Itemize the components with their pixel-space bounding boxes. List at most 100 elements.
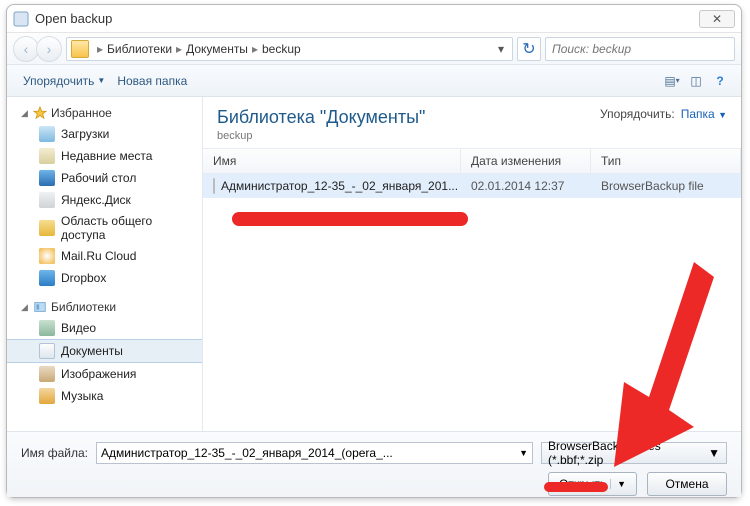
chevron-down-icon: ▼ — [519, 448, 528, 458]
library-icon — [33, 300, 47, 314]
yadisk-icon — [39, 192, 55, 208]
sidebar-item-label: Область общего доступа — [61, 214, 194, 242]
search-input[interactable] — [552, 42, 728, 56]
sidebar-item-label: Изображения — [61, 367, 136, 381]
sidebar-item-label: Dropbox — [61, 271, 106, 285]
favorites-header[interactable]: ◢ Избранное — [7, 103, 202, 123]
file-area: Имя файла: Администратор_12-35_-_02_янва… — [7, 431, 741, 497]
sidebar-item-label: Mail.Ru Cloud — [61, 249, 136, 263]
library-title: Библиотека "Документы" — [217, 107, 425, 128]
arrange-by-value-text: Папка — [681, 107, 715, 121]
chevron-right-icon: ▸ — [176, 42, 182, 56]
main-pane: Библиотека "Документы" beckup Упорядочит… — [203, 97, 741, 431]
collapse-icon: ◢ — [21, 108, 31, 119]
sidebar-item-public[interactable]: Область общего доступа — [7, 211, 202, 245]
file-name: Администратор_12-35_-_02_января_201... — [221, 179, 458, 193]
sidebar-item-pictures[interactable]: Изображения — [7, 363, 202, 385]
downloads-icon — [39, 126, 55, 142]
sidebar-item-label: Документы — [61, 344, 123, 358]
table-row[interactable]: Администратор_12-35_-_02_января_201... 0… — [203, 174, 741, 198]
sidebar-item-mailru[interactable]: Mail.Ru Cloud — [7, 245, 202, 267]
search-box[interactable] — [545, 37, 735, 61]
pane-icon: ◫ — [690, 74, 701, 88]
sidebar-item-dropbox[interactable]: Dropbox — [7, 267, 202, 289]
cancel-label: Отмена — [665, 477, 708, 491]
help-button[interactable]: ? — [709, 70, 731, 92]
column-name[interactable]: Имя — [203, 149, 461, 173]
libraries-header[interactable]: ◢ Библиотеки — [7, 297, 202, 317]
filetype-filter[interactable]: BrowserBackup Files (*.bbf;*.zip ▼ — [541, 442, 727, 464]
refresh-button[interactable]: ↻ — [517, 37, 541, 61]
public-icon — [39, 220, 55, 236]
column-modified[interactable]: Дата изменения — [461, 149, 591, 173]
sidebar-item-yadisk[interactable]: Яндекс.Диск — [7, 189, 202, 211]
favorites-label: Избранное — [51, 106, 112, 120]
open-file-dialog: Open backup ✕ ‹ › ▸ Библиотеки ▸ Докумен… — [6, 4, 742, 498]
sidebar-item-documents[interactable]: Документы — [7, 339, 202, 363]
view-button[interactable]: ▤▾ — [661, 70, 683, 92]
sidebar-item-label: Яндекс.Диск — [61, 193, 131, 207]
sidebar-item-label: Видео — [61, 321, 96, 335]
arrange-by-value[interactable]: Папка ▼ — [681, 107, 727, 121]
library-subtitle: beckup — [217, 130, 425, 142]
arrow-left-icon: ‹ — [24, 41, 29, 57]
refresh-icon: ↻ — [522, 39, 535, 59]
titlebar: Open backup ✕ — [7, 5, 741, 33]
breadcrumb[interactable]: ▸ Библиотеки ▸ Документы ▸ beckup ▾ — [66, 37, 513, 61]
arrow-right-icon: › — [47, 41, 52, 57]
close-button[interactable]: ✕ — [699, 10, 735, 28]
help-icon: ? — [716, 74, 723, 88]
sidebar: ◢ Избранное Загрузки Недавние места Рабо… — [7, 97, 203, 431]
dropbox-icon — [39, 270, 55, 286]
sidebar-item-music[interactable]: Музыка — [7, 385, 202, 407]
sidebar-item-recent[interactable]: Недавние места — [7, 145, 202, 167]
new-folder-label: Новая папка — [117, 74, 187, 88]
sidebar-item-label: Музыка — [61, 389, 103, 403]
sidebar-item-label: Рабочий стол — [61, 171, 136, 185]
view-icon: ▤ — [664, 74, 675, 88]
filename-combo[interactable]: Администратор_12-35_-_02_января_2014_(op… — [96, 442, 533, 464]
sidebar-item-label: Недавние места — [61, 149, 152, 163]
sidebar-item-videos[interactable]: Видео — [7, 317, 202, 339]
breadcrumb-part[interactable]: Библиотеки — [107, 42, 172, 56]
new-folder-button[interactable]: Новая папка — [111, 71, 193, 91]
column-headers: Имя Дата изменения Тип — [203, 148, 741, 174]
column-type[interactable]: Тип — [591, 149, 741, 173]
folder-icon — [71, 40, 89, 58]
file-icon — [213, 178, 215, 194]
arrange-by-label: Упорядочить: — [600, 107, 675, 121]
annotation-underline — [232, 212, 468, 226]
organize-button[interactable]: Упорядочить ▼ — [17, 71, 111, 91]
chevron-down-icon: ▼ — [610, 479, 626, 489]
breadcrumb-part[interactable]: beckup — [262, 42, 301, 56]
chevron-right-icon: ▸ — [252, 42, 258, 56]
pictures-icon — [39, 366, 55, 382]
library-header: Библиотека "Документы" beckup Упорядочит… — [203, 97, 741, 148]
cancel-button[interactable]: Отмена — [647, 472, 727, 496]
chevron-down-icon: ▼ — [708, 446, 720, 460]
window-title: Open backup — [35, 11, 699, 26]
filename-value: Администратор_12-35_-_02_января_2014_(op… — [101, 446, 393, 460]
chevron-down-icon: ▾ — [676, 76, 680, 85]
chevron-right-icon: ▸ — [97, 42, 103, 56]
music-icon — [39, 388, 55, 404]
file-modified: 02.01.2014 12:37 — [461, 179, 591, 193]
documents-icon — [39, 343, 55, 359]
forward-button[interactable]: › — [36, 36, 62, 62]
video-icon — [39, 320, 55, 336]
breadcrumb-part[interactable]: Документы — [186, 42, 248, 56]
sidebar-item-downloads[interactable]: Загрузки — [7, 123, 202, 145]
preview-pane-button[interactable]: ◫ — [685, 70, 707, 92]
app-icon — [13, 11, 29, 27]
chevron-down-icon: ▼ — [718, 110, 727, 120]
mailru-icon — [39, 248, 55, 264]
filter-value: BrowserBackup Files (*.bbf;*.zip — [548, 439, 708, 467]
recent-icon — [39, 148, 55, 164]
annotation-underline — [544, 482, 608, 492]
organize-label: Упорядочить — [23, 74, 94, 88]
nav-buttons: ‹ › — [13, 36, 62, 62]
sidebar-item-desktop[interactable]: Рабочий стол — [7, 167, 202, 189]
filename-label: Имя файла: — [21, 446, 88, 460]
breadcrumb-dropdown-icon[interactable]: ▾ — [494, 42, 508, 56]
close-icon: ✕ — [712, 12, 722, 26]
